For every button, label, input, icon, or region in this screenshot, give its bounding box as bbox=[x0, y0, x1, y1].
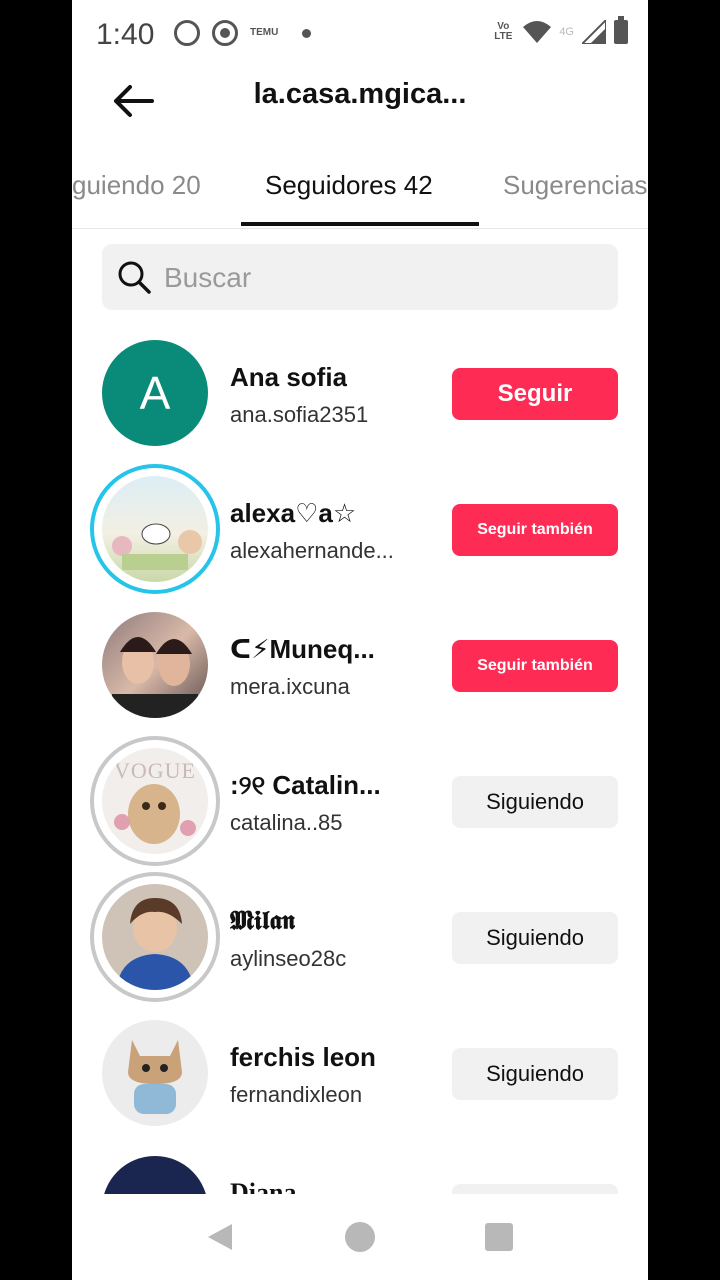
status-time: 1:40 bbox=[96, 18, 155, 51]
record-icon bbox=[212, 20, 238, 46]
followers-list: A Ana sofia ana.sofia2351 Seguir alexa♡a… bbox=[72, 326, 648, 1194]
follow-back-button[interactable]: Seguir también bbox=[452, 504, 618, 556]
list-item[interactable]: alexa♡a☆ alexahernande... Seguir también bbox=[72, 462, 648, 598]
nav-home-icon[interactable] bbox=[345, 1222, 375, 1252]
user-handle: ana.sofia2351 bbox=[230, 402, 369, 427]
user-handle: aylinseo28c bbox=[230, 946, 347, 971]
user-handle: mera.ixcuna bbox=[230, 674, 350, 699]
top-bar: la.casa.mgica... bbox=[72, 70, 648, 140]
search-bar[interactable] bbox=[102, 244, 618, 310]
list-item[interactable]: Diana bbox=[72, 1142, 648, 1194]
avatar[interactable] bbox=[102, 1020, 208, 1126]
more-notifications-dot bbox=[302, 28, 311, 38]
nav-back-icon[interactable] bbox=[206, 1222, 236, 1252]
list-item[interactable]: 𝕸𝖎𝖑𝖆𝖓 aylinseo28c Siguiendo bbox=[72, 870, 648, 1006]
list-item[interactable]: A Ana sofia ana.sofia2351 Seguir bbox=[72, 326, 648, 462]
tab-following[interactable]: guiendo 20 bbox=[72, 170, 201, 201]
avatar[interactable]: VOGUE bbox=[102, 748, 208, 854]
tab-followers[interactable]: Seguidores 42 bbox=[265, 170, 433, 201]
list-item[interactable]: VOGUE :୨୧ Catalin... catalina..85 Siguie… bbox=[72, 734, 648, 870]
system-icons: Vo LTE 4G bbox=[491, 16, 628, 44]
user-name: :୨୧ Catalin... bbox=[230, 770, 381, 800]
notification-icons: TEMU bbox=[174, 20, 311, 46]
search-input[interactable] bbox=[162, 256, 596, 300]
wifi-icon bbox=[523, 21, 552, 43]
avatar-image bbox=[112, 637, 198, 718]
avatar[interactable] bbox=[102, 476, 208, 582]
user-handle: catalina..85 bbox=[230, 810, 343, 835]
page-title: la.casa.mgica... bbox=[253, 78, 467, 110]
avatar-image bbox=[112, 523, 202, 570]
following-button[interactable]: Siguiendo bbox=[452, 776, 618, 828]
network-type-label: 4G bbox=[559, 26, 574, 38]
following-button[interactable]: Siguiendo bbox=[452, 1048, 618, 1100]
avatar[interactable] bbox=[102, 1156, 208, 1194]
following-button[interactable]: Siguiendo bbox=[452, 912, 618, 964]
system-nav-bar bbox=[72, 1194, 648, 1280]
user-name: Diana bbox=[230, 1178, 297, 1194]
app-screen: 1:40 TEMU Vo LTE 4G la.casa.mgica... gui… bbox=[72, 0, 648, 1280]
nav-recents-icon[interactable] bbox=[484, 1222, 514, 1252]
search-icon bbox=[118, 261, 151, 294]
user-name: 𝕸𝖎𝖑𝖆𝖓 bbox=[230, 906, 296, 935]
follow-back-button[interactable]: Seguir también bbox=[452, 640, 618, 692]
battery-icon bbox=[614, 16, 628, 44]
avatar-letter: A bbox=[139, 367, 171, 419]
status-bar: 1:40 TEMU Vo LTE 4G bbox=[72, 0, 648, 70]
user-name: alexa♡a☆ bbox=[230, 498, 357, 528]
following-button[interactable] bbox=[452, 1184, 618, 1194]
avatar-image bbox=[116, 898, 194, 990]
active-tab-indicator bbox=[241, 222, 479, 226]
avatar-magazine-text: VOGUE bbox=[114, 758, 196, 783]
signal-icon bbox=[582, 20, 606, 44]
user-handle: alexahernande... bbox=[230, 538, 394, 563]
list-item[interactable]: ᑕ⚡Muneq... mera.ixcuna Seguir también bbox=[72, 598, 648, 734]
temu-icon: TEMU bbox=[250, 27, 279, 38]
avatar[interactable] bbox=[102, 612, 208, 718]
user-name: Ana sofia bbox=[230, 362, 348, 392]
follow-button[interactable]: Seguir bbox=[452, 368, 618, 420]
whatsapp-icon bbox=[174, 20, 200, 46]
tab-suggestions[interactable]: Sugerencias bbox=[503, 170, 648, 201]
user-name: ᑕ⚡Muneq... bbox=[230, 634, 375, 664]
user-name: ferchis leon bbox=[230, 1042, 376, 1072]
avatar-image bbox=[128, 1040, 182, 1114]
avatar[interactable]: A bbox=[102, 340, 208, 446]
list-item[interactable]: ferchis leon fernandixleon Siguiendo bbox=[72, 1006, 648, 1142]
volte-icon: Vo LTE bbox=[494, 21, 513, 42]
tab-bar: guiendo 20 Seguidores 42 Sugerencias bbox=[72, 150, 648, 229]
user-handle: fernandixleon bbox=[230, 1082, 363, 1107]
avatar[interactable] bbox=[102, 884, 208, 990]
